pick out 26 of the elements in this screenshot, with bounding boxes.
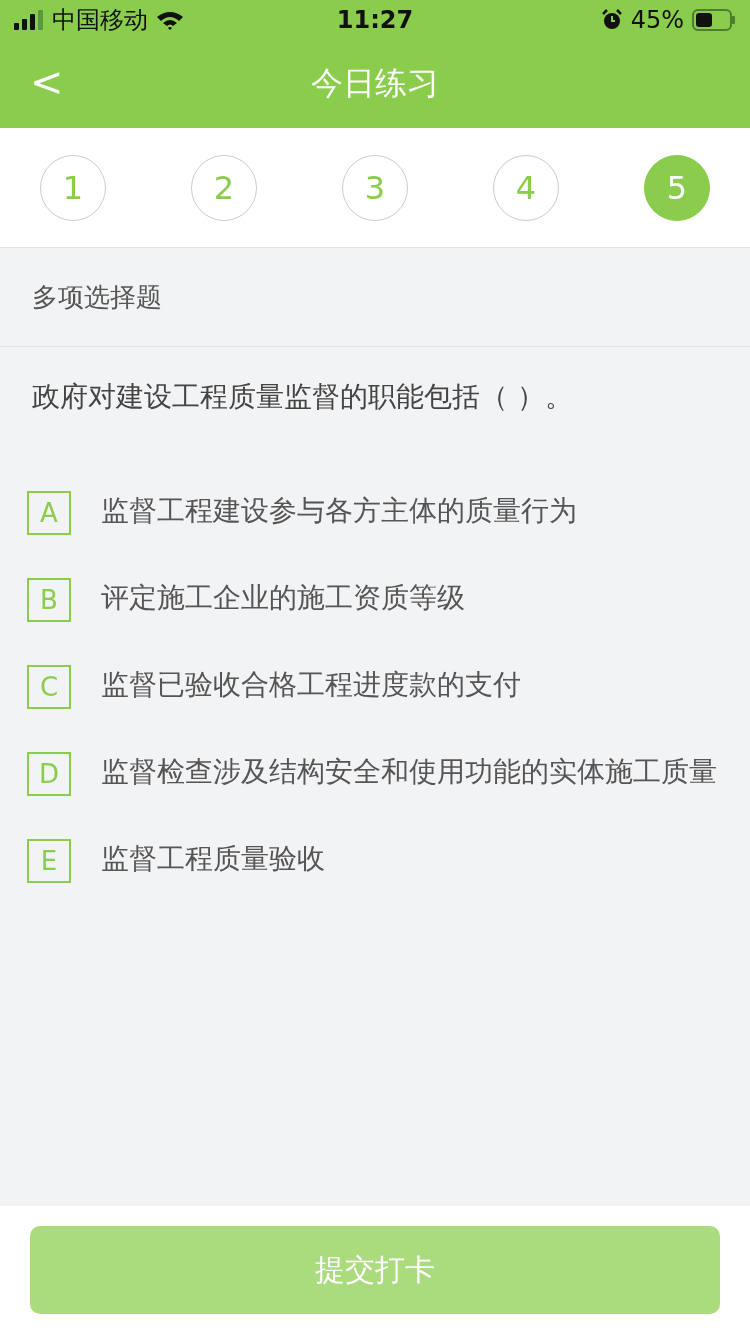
- battery-icon: [692, 9, 736, 31]
- question-number-tab[interactable]: 3: [342, 154, 408, 221]
- alarm-icon: [600, 9, 623, 31]
- option-text[interactable]: 评定施工企业的施工资质等级: [101, 573, 465, 623]
- option-checkbox[interactable]: C: [27, 665, 71, 709]
- clock-time: 11:27: [335, 6, 415, 34]
- question-number-tab[interactable]: 1: [40, 154, 106, 221]
- option-checkbox[interactable]: B: [27, 578, 71, 622]
- option-text[interactable]: 监督已验收合格工程进度款的支付: [101, 660, 521, 710]
- question-number-tab[interactable]: 5: [644, 154, 710, 221]
- option-checkbox[interactable]: D: [27, 752, 71, 796]
- battery-percent: 45%: [630, 6, 684, 34]
- option-text[interactable]: 监督工程质量验收: [101, 834, 325, 884]
- back-button[interactable]: <: [22, 58, 72, 106]
- signal-icon: [14, 10, 44, 30]
- option-checkbox[interactable]: A: [27, 491, 71, 535]
- page-title: 今日练习: [311, 63, 439, 104]
- wifi-icon: [156, 10, 184, 30]
- option-checkbox[interactable]: E: [27, 839, 71, 883]
- carrier-name: 中国移动: [52, 5, 148, 36]
- question-type-label: 多项选择题: [32, 280, 162, 314]
- option-text[interactable]: 监督检查涉及结构安全和使用功能的实体施工质量: [101, 747, 717, 797]
- question-number-tab[interactable]: 2: [191, 154, 257, 221]
- option-text[interactable]: 监督工程建设参与各方主体的质量行为: [101, 486, 577, 536]
- question-text: 政府对建设工程质量监督的职能包括（ ）。: [32, 379, 574, 415]
- question-number-tab[interactable]: 4: [493, 154, 559, 221]
